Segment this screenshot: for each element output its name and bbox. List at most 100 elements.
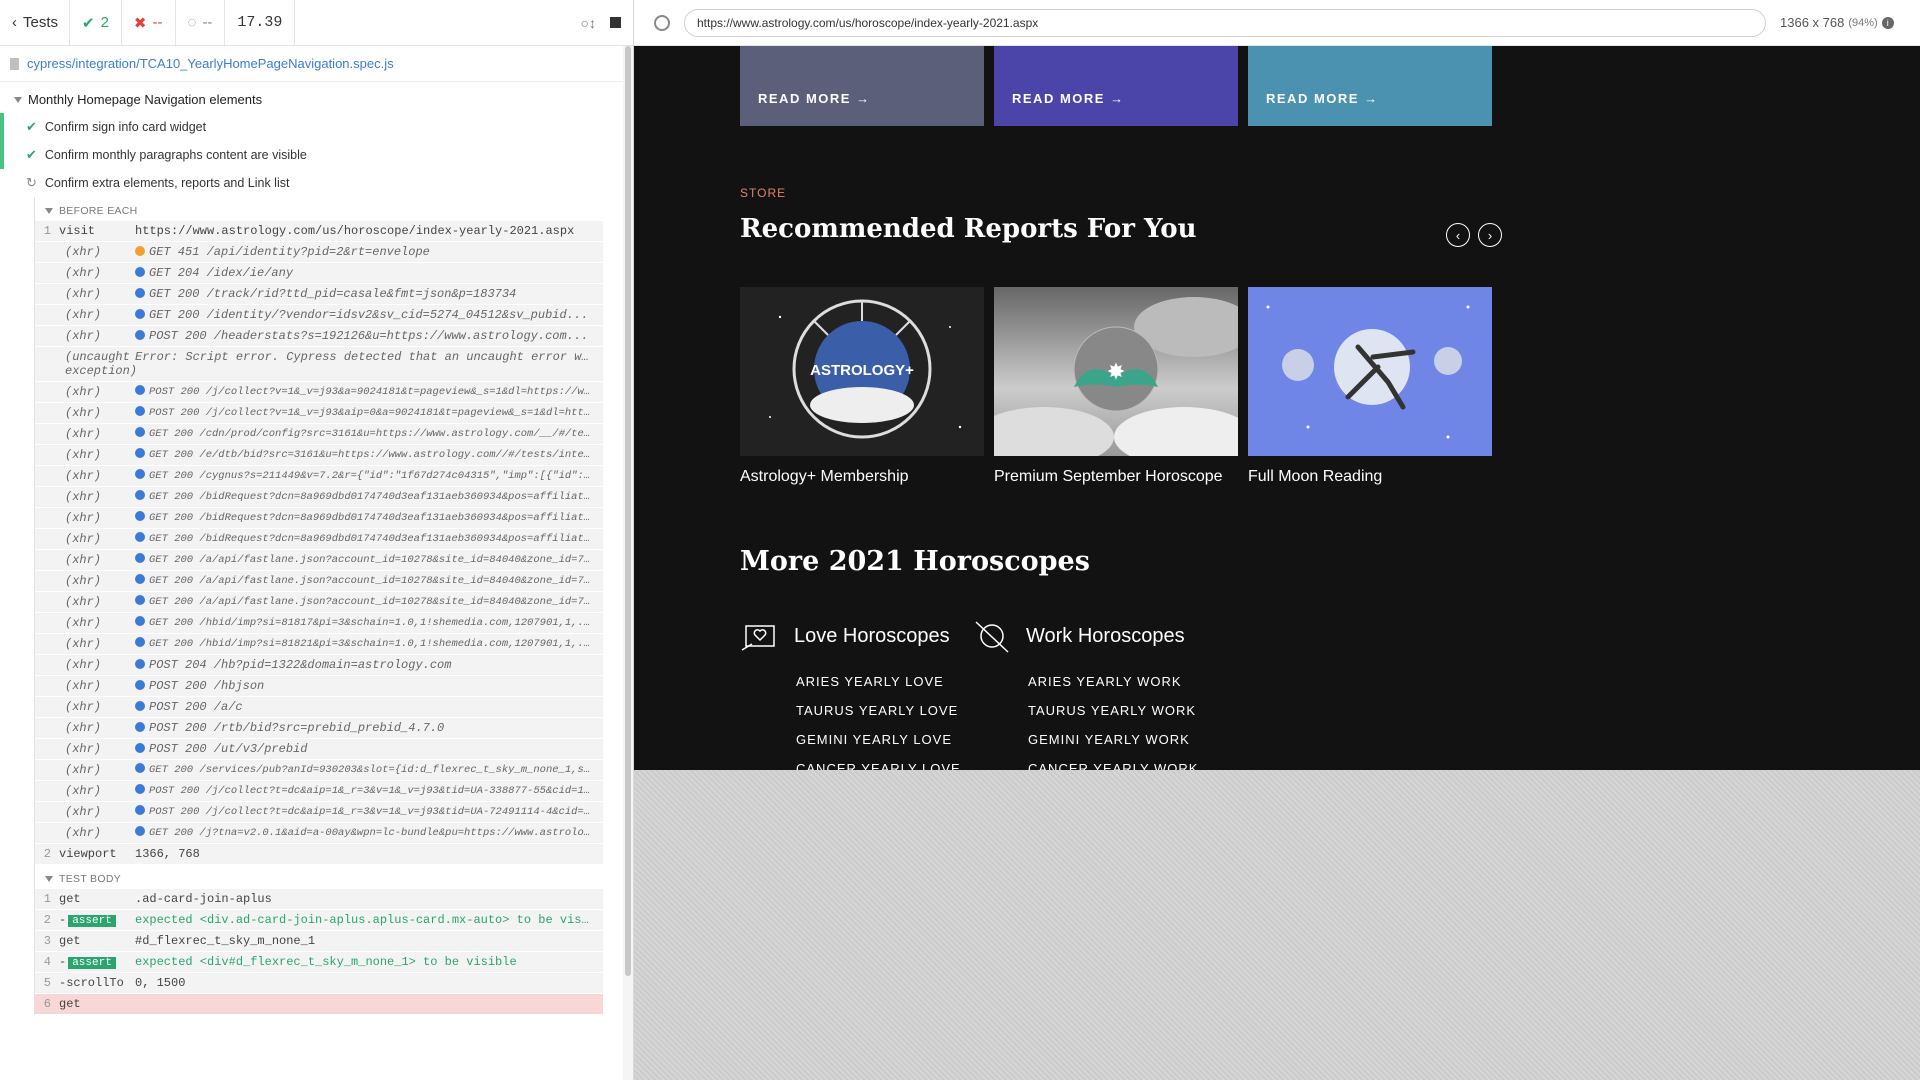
- work-link[interactable]: CANCER YEARLY WORK: [1028, 761, 1198, 770]
- viewport-info[interactable]: 1366 x 768 (94%) i: [1780, 15, 1894, 30]
- command-row[interactable]: (xhr) GET 200 /a/api/fastlane.json?accoun…: [35, 550, 603, 571]
- stop-button[interactable]: [610, 17, 621, 28]
- command-row[interactable]: (xhr) GET 200 /a/api/fastlane.json?accoun…: [35, 592, 603, 613]
- command-row[interactable]: (xhr) GET 200 /track/rid?ttd_pid=casale&f…: [35, 284, 603, 305]
- work-link[interactable]: ARIES YEARLY WORK: [1028, 674, 1198, 689]
- command-row[interactable]: (xhr) POST 200 /j/collect?t=dc&aip=1&_r=3…: [35, 802, 603, 823]
- command-row[interactable]: (xhr) POST 200 /ut/v3/prebid: [35, 739, 603, 760]
- command-message-text: #d_flexrec_t_sky_m_none_1: [135, 934, 316, 948]
- report-name[interactable]: Premium September Horoscope: [994, 468, 1238, 486]
- command-row[interactable]: (xhr) GET 200 /a/api/fastlane.json?accoun…: [35, 571, 603, 592]
- command-row[interactable]: (xhr) GET 200 /hbid/imp?si=81817&pi=3&sch…: [35, 613, 603, 634]
- report-card[interactable]: ASTROLOGY+ Astrology+ Membership: [740, 287, 984, 486]
- command-name: (xhr): [65, 308, 102, 322]
- command-message: GET 200 /bidRequest?dcn=8a969dbd0174740d…: [135, 490, 603, 503]
- suite-title[interactable]: Monthly Homepage Navigation elements: [0, 86, 633, 113]
- carousel-prev-button[interactable]: ‹: [1446, 223, 1470, 247]
- spec-path-link[interactable]: cypress/integration/TCA10_YearlyHomePage…: [27, 56, 394, 71]
- command-message-text: GET 200 /track/rid?ttd_pid=casale&fmt=js…: [149, 287, 517, 301]
- command-row[interactable]: (xhr) GET 200 /identity/?vendor=idsv2&sv_…: [35, 305, 603, 326]
- command-row[interactable]: 1 get .ad-card-join-aplus: [35, 889, 603, 910]
- spec-file-line: cypress/integration/TCA10_YearlyHomePage…: [0, 46, 633, 82]
- test-row[interactable]: ↻ Confirm extra elements, reports and Li…: [0, 169, 633, 197]
- command-row[interactable]: 2- assert expected <div.ad-card-join-aplus…: [35, 910, 603, 931]
- command-number: 5: [43, 976, 51, 990]
- command-row[interactable]: (uncaught exception) Error: Script error.…: [35, 347, 603, 382]
- work-link[interactable]: GEMINI YEARLY WORK: [1028, 732, 1198, 747]
- report-name[interactable]: Full Moon Reading: [1248, 468, 1492, 486]
- read-more-card[interactable]: READ MORE →: [740, 46, 984, 126]
- status-dot-icon: [135, 553, 145, 563]
- command-row[interactable]: (xhr) GET 200 /services/pub?anId=930203&s…: [35, 760, 603, 781]
- command-row[interactable]: (xhr) GET 204 /idex/ie/any: [35, 263, 603, 284]
- command-row[interactable]: (xhr) POST 200 /hbjson: [35, 676, 603, 697]
- command-row[interactable]: (xhr) GET 200 /hbid/imp?si=81821&pi=3&sch…: [35, 634, 603, 655]
- report-name[interactable]: Astrology+ Membership: [740, 468, 984, 486]
- aut-header: https://www.astrology.com/us/horoscope/i…: [634, 0, 1920, 46]
- hooks: BEFORE EACH 1 visit https://www.astrology.…: [34, 197, 603, 1015]
- command-row[interactable]: (xhr) POST 200 /headerstats?s=192126&u=ht…: [35, 326, 603, 347]
- test-title: Confirm sign info card widget: [44, 120, 207, 134]
- before-each-title[interactable]: BEFORE EACH: [35, 197, 603, 221]
- auto-scroll-icon[interactable]: ○↕: [581, 15, 596, 31]
- command-row[interactable]: 5 -scrollTo 0, 1500: [35, 973, 603, 994]
- test-body-title[interactable]: TEST BODY: [35, 865, 603, 889]
- command-row[interactable]: (xhr) GET 451 /api/identity?pid=2&rt=enve…: [35, 242, 603, 263]
- work-link[interactable]: TAURUS YEARLY WORK: [1028, 703, 1198, 718]
- test-row[interactable]: ✔ Confirm sign info card widget: [0, 113, 633, 141]
- astrology-badge: ASTROLOGY+: [810, 362, 914, 379]
- command-message: https://www.astrology.com/us/horoscope/i…: [135, 224, 603, 238]
- reporter-scrollbar[interactable]: [623, 46, 633, 1080]
- scrollbar-thumb[interactable]: [625, 46, 631, 976]
- command-message: GET 200 /identity/?vendor=idsv2&sv_cid=5…: [135, 308, 603, 322]
- command-row[interactable]: (xhr) GET 200 /bidRequest?dcn=8a969dbd017…: [35, 529, 603, 550]
- command-row[interactable]: (xhr) GET 200 /bidRequest?dcn=8a969dbd017…: [35, 508, 603, 529]
- full-moon-image: [1248, 287, 1492, 456]
- command-row[interactable]: (xhr) GET 200 /e/dtb/bid?src=3161&u=https…: [35, 445, 603, 466]
- read-more-card[interactable]: READ MORE →: [994, 46, 1238, 126]
- command-row[interactable]: (xhr) GET 200 /j?tna=v2.0.1&aid=a-00ay&wp…: [35, 823, 603, 844]
- status-dot-icon: [135, 330, 145, 340]
- command-name: (xhr): [65, 245, 102, 259]
- read-more-link[interactable]: READ MORE: [758, 91, 851, 106]
- status-dot-icon: [135, 595, 145, 605]
- carousel-next-button[interactable]: ›: [1478, 223, 1502, 247]
- premium-horoscope-image: ✸: [994, 287, 1238, 456]
- command-row[interactable]: 4- assert expected <div#d_flexrec_t_sky_m_…: [35, 952, 603, 973]
- command-row[interactable]: (xhr) GET 200 /cdn/prod/config?src=3161&u…: [35, 424, 603, 445]
- command-name: (xhr): [65, 448, 102, 462]
- command-row[interactable]: 1 visit https://www.astrology.com/us/horos…: [35, 221, 603, 242]
- command-row[interactable]: (xhr) POST 200 /a/c: [35, 697, 603, 718]
- command-row[interactable]: (xhr) POST 200 /j/collect?t=dc&aip=1&_r=3…: [35, 781, 603, 802]
- read-more-card[interactable]: READ MORE →: [1248, 46, 1492, 126]
- work-title[interactable]: Work Horoscopes: [1026, 625, 1185, 648]
- report-card[interactable]: Full Moon Reading: [1248, 287, 1492, 486]
- command-row[interactable]: (xhr) POST 200 /rtb/bid?src=prebid_prebid…: [35, 718, 603, 739]
- command-name: (xhr): [65, 406, 102, 420]
- command-message: POST 200 /j/collect?t=dc&aip=1&_r=3&v=1&…: [135, 784, 603, 797]
- selector-playground-icon[interactable]: [654, 14, 670, 31]
- command-row[interactable]: (xhr) GET 200 /cygnus?s=211449&v=7.2&r={"…: [35, 466, 603, 487]
- command-row[interactable]: 2 viewport 1366, 768: [35, 844, 603, 865]
- love-link[interactable]: TAURUS YEARLY LOVE: [796, 703, 961, 718]
- command-row[interactable]: 6 get: [35, 994, 603, 1015]
- love-link[interactable]: CANCER YEARLY LOVE: [796, 761, 961, 770]
- tests-button[interactable]: ‹ Tests: [0, 0, 70, 46]
- love-link[interactable]: ARIES YEARLY LOVE: [796, 674, 961, 689]
- command-row[interactable]: (xhr) POST 200 /j/collect?v=1&_v=j93&a=90…: [35, 382, 603, 403]
- command-row[interactable]: 3 get #d_flexrec_t_sky_m_none_1: [35, 931, 603, 952]
- command-name: get: [59, 997, 81, 1011]
- command-name: (xhr): [65, 784, 102, 798]
- love-title[interactable]: Love Horoscopes: [794, 625, 950, 648]
- read-more-link[interactable]: READ MORE: [1012, 91, 1105, 106]
- love-link[interactable]: GEMINI YEARLY LOVE: [796, 732, 961, 747]
- command-row[interactable]: (xhr) GET 200 /bidRequest?dcn=8a969dbd017…: [35, 487, 603, 508]
- status-dot-icon: [135, 427, 145, 437]
- command-name: (xhr): [65, 721, 102, 735]
- url-bar[interactable]: https://www.astrology.com/us/horoscope/i…: [684, 8, 1766, 37]
- test-row[interactable]: ✔ Confirm monthly paragraphs content are…: [0, 141, 633, 169]
- command-row[interactable]: (xhr) POST 204 /hb?pid=1322&domain=astrol…: [35, 655, 603, 676]
- command-row[interactable]: (xhr) POST 200 /j/collect?v=1&_v=j93&aip=…: [35, 403, 603, 424]
- read-more-link[interactable]: READ MORE: [1266, 91, 1359, 106]
- report-card[interactable]: ✸ Premium September Horoscope: [994, 287, 1238, 486]
